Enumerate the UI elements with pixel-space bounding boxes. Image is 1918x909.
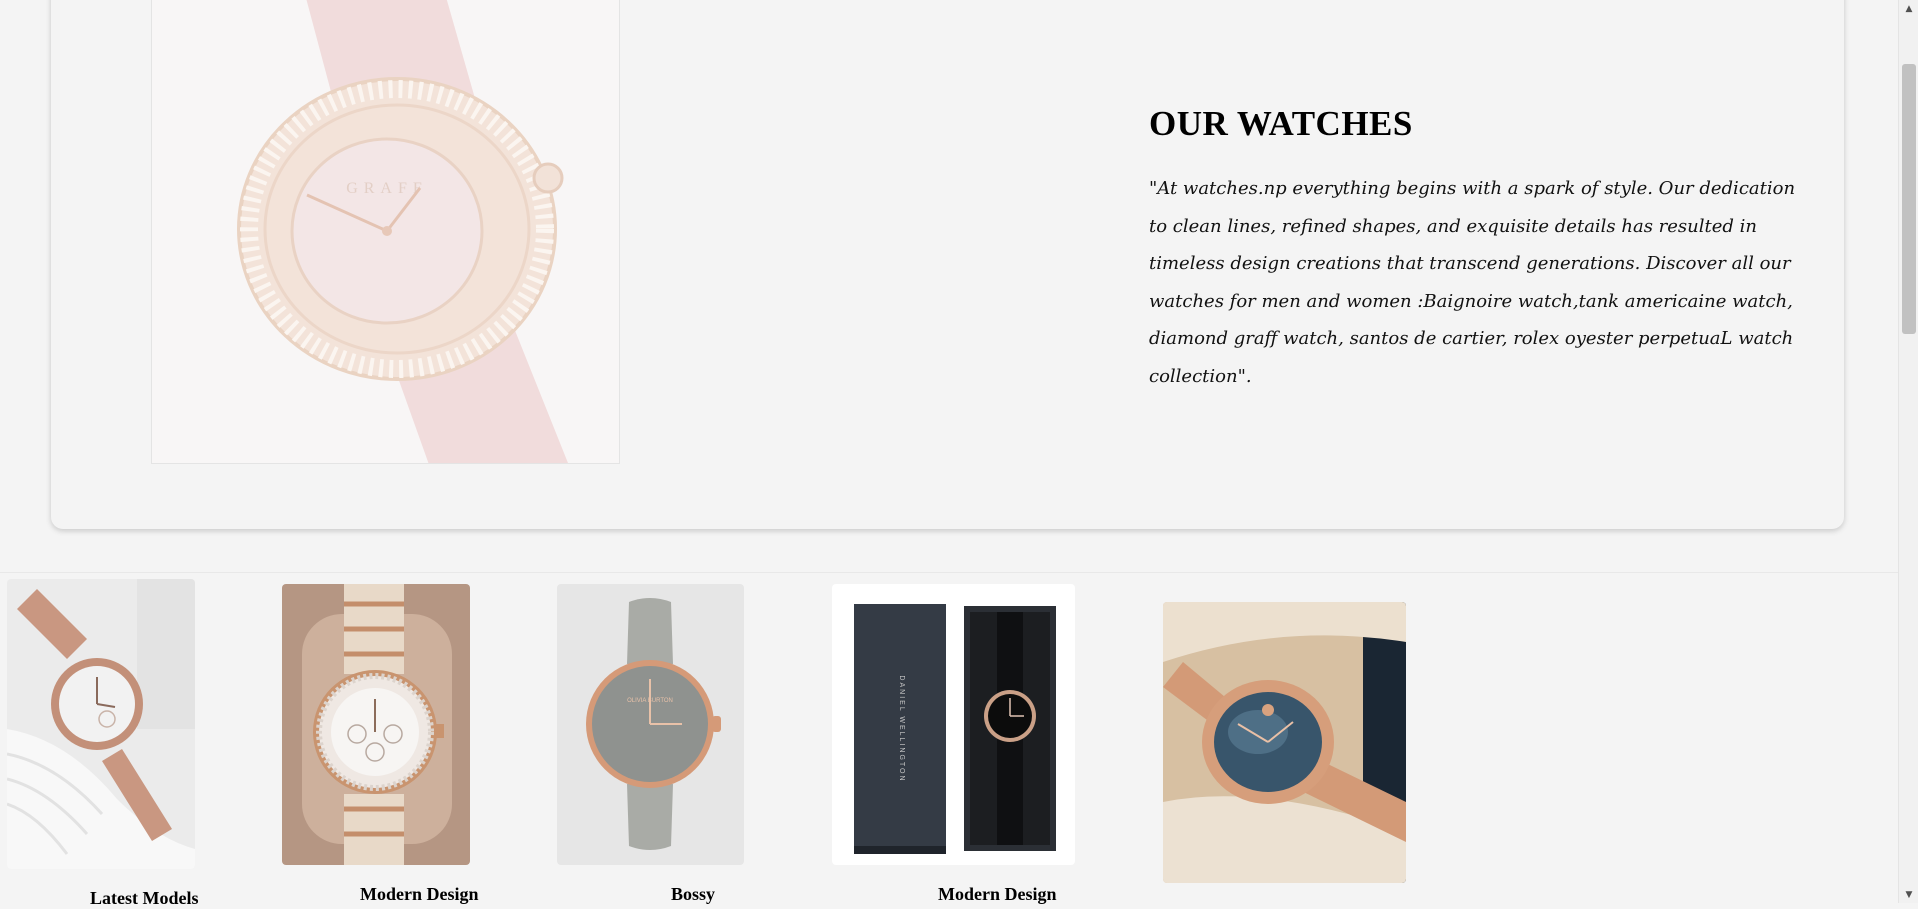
- product-name-1[interactable]: Latest Models: [90, 888, 198, 909]
- crystal-bezel-watch-icon: [282, 584, 470, 865]
- product-name-3[interactable]: Bossy: [671, 884, 715, 905]
- page: GRAFF OUR WATCHES "At watches.np everyth…: [0, 0, 1898, 908]
- product-image-4[interactable]: DANIEL WELLINGTON: [832, 584, 1075, 865]
- grey-leather-watch-icon: OLIVIA BURTON: [557, 584, 744, 865]
- section-description: "At watches.np everything begins with a …: [1149, 178, 1796, 387]
- rose-gold-bracelet-watch-icon: [7, 579, 195, 869]
- boxed-black-watch-icon: DANIEL WELLINGTON: [832, 584, 1075, 865]
- section-title: OUR WATCHES: [1149, 104, 1413, 143]
- product-name-2[interactable]: Modern Design: [360, 884, 479, 905]
- svg-text:DANIEL WELLINGTON: DANIEL WELLINGTON: [898, 675, 905, 782]
- diamond-watch-icon: GRAFF: [152, 0, 619, 463]
- products-strip: Latest Models Modern Design OLIVIA BURTO…: [0, 572, 1898, 908]
- scroll-down-arrow-icon[interactable]: ▼: [1899, 886, 1918, 903]
- product-image-3[interactable]: OLIVIA BURTON: [557, 584, 744, 865]
- scroll-up-arrow-icon[interactable]: ▲: [1899, 0, 1918, 17]
- svg-text:OLIVIA BURTON: OLIVIA BURTON: [627, 698, 673, 704]
- about-section: GRAFF OUR WATCHES "At watches.np everyth…: [51, 0, 1844, 529]
- vertical-scrollbar[interactable]: ▲ ▼: [1898, 0, 1918, 903]
- blue-dial-watch-icon: [1163, 602, 1406, 883]
- product-image-1[interactable]: [7, 579, 195, 869]
- product-name-4[interactable]: Modern Design: [938, 884, 1057, 905]
- hero-watch-image: GRAFF: [151, 0, 620, 464]
- product-image-5[interactable]: [1163, 602, 1406, 883]
- scrollbar-thumb[interactable]: [1902, 64, 1916, 334]
- product-image-2[interactable]: [282, 584, 470, 865]
